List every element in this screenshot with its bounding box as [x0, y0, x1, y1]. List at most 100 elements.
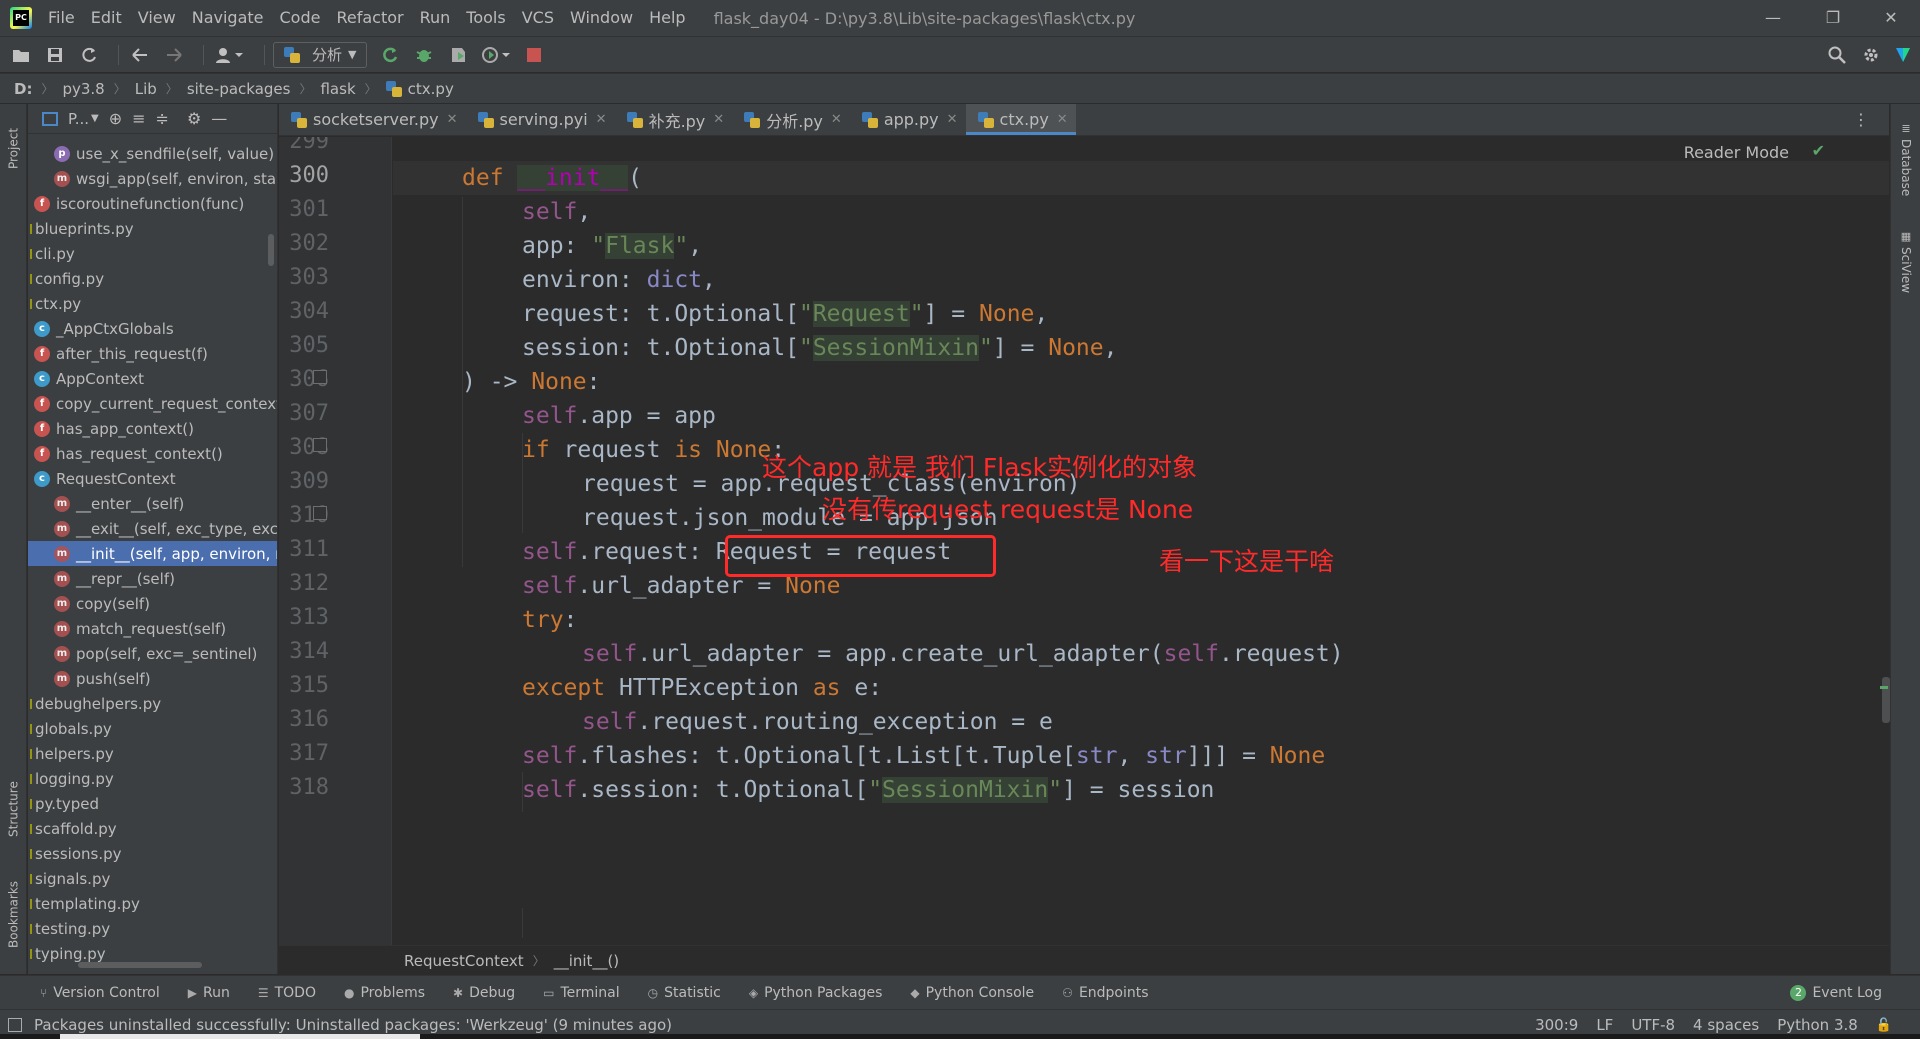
tree-symbol-item[interactable]: c RequestContext [28, 466, 277, 491]
tree-symbol-item[interactable]: f after_this_request(f) [28, 341, 277, 366]
tree-symbol-item[interactable]: m copy(self) [28, 591, 277, 616]
menu-navigate[interactable]: Navigate [184, 0, 272, 36]
breadcrumb-folder[interactable]: site-packages [187, 80, 291, 98]
tree-file-item[interactable]: helpers.py [28, 741, 277, 766]
line-separator[interactable]: LF [1596, 1016, 1613, 1034]
close-tab-icon[interactable]: ✕ [947, 112, 958, 127]
menu-vcs[interactable]: VCS [514, 0, 562, 36]
tool-window-button[interactable]: ⚇ Endpoints [1062, 985, 1148, 1001]
tool-window-button[interactable]: ◆ Python Console [910, 985, 1034, 1001]
search-icon[interactable] [1824, 42, 1850, 68]
tree-file-item[interactable]: scaffold.py [28, 816, 277, 841]
breadcrumb-drive[interactable]: D: [14, 80, 32, 98]
code-breadcrumb-class[interactable]: RequestContext [404, 952, 524, 970]
menu-view[interactable]: View [130, 0, 184, 36]
menu-refactor[interactable]: Refactor [328, 0, 411, 36]
tree-symbol-item[interactable]: m wsgi_app(self, environ, start_response) [28, 166, 277, 191]
tree-symbol-item[interactable]: m match_request(self) [28, 616, 277, 641]
tree-file-item[interactable]: globals.py [28, 716, 277, 741]
bookmarks-tool-tab[interactable]: Bookmarks [0, 864, 27, 964]
editor-scrollbar[interactable] [1882, 677, 1890, 723]
project-view-select[interactable]: P... [68, 110, 89, 128]
jetbrains-toolbox-icon[interactable] [1890, 42, 1916, 68]
tree-symbol-item[interactable]: f has_request_context() [28, 441, 277, 466]
fold-marker-icon[interactable] [313, 506, 327, 520]
sciview-tool-tab[interactable]: ▦ SciView [1891, 222, 1920, 302]
rerun-icon[interactable] [377, 42, 403, 68]
reader-mode-toggle[interactable]: Reader Mode [1684, 143, 1789, 162]
editor-tab[interactable]: socketserver.py ✕ [279, 104, 466, 135]
caret-position[interactable]: 300:9 [1535, 1016, 1578, 1034]
tree-symbol-item[interactable]: f has_app_context() [28, 416, 277, 441]
lock-icon[interactable]: 🔓 [1876, 1018, 1892, 1033]
hide-panel-icon[interactable]: — [211, 109, 227, 128]
coverage-icon[interactable] [445, 42, 471, 68]
database-tool-tab[interactable]: ≣ Database [1891, 114, 1920, 204]
close-tab-icon[interactable]: ✕ [713, 112, 724, 127]
tool-window-button[interactable]: ▶ Run [188, 985, 230, 1001]
breadcrumb-folder[interactable]: flask [320, 80, 355, 98]
tree-file-item[interactable]: ctx.py [28, 291, 277, 316]
editor-tab[interactable]: 分析.py ✕ [732, 104, 850, 135]
run-configuration-select[interactable]: 分析 ▼ [273, 41, 368, 68]
menu-help[interactable]: Help [641, 0, 693, 36]
tree-file-item[interactable]: signals.py [28, 866, 277, 891]
tool-window-button[interactable]: ⑂ Version Control [40, 985, 160, 1001]
gear-icon[interactable]: ⚙ [187, 109, 201, 128]
breadcrumb-file[interactable]: ctx.py [408, 80, 454, 98]
restore-button[interactable]: ❐ [1804, 0, 1862, 36]
editor-tab[interactable]: ctx.py ✕ [965, 104, 1076, 135]
collapse-all-icon[interactable]: ≑ [156, 109, 169, 128]
toggle-tool-windows-icon[interactable] [8, 1018, 22, 1032]
tree-symbol-item[interactable]: m __repr__(self) [28, 566, 277, 591]
tool-window-button[interactable]: ☰ TODO [258, 985, 316, 1001]
chevron-down-icon[interactable]: ▼ [91, 113, 99, 124]
open-folder-icon[interactable] [8, 42, 34, 68]
expand-all-icon[interactable]: ≡ [132, 109, 145, 128]
tree-file-item[interactable]: py.typed [28, 791, 277, 816]
tree-symbol-item[interactable]: m push(self) [28, 666, 277, 691]
editor-tab[interactable]: 补充.py ✕ [615, 104, 733, 135]
project-tree-hscrollbar[interactable] [78, 962, 202, 968]
code-breadcrumb-method[interactable]: __init__() [554, 952, 619, 970]
tree-symbol-item[interactable]: f copy_current_request_context(f) [28, 391, 277, 416]
stop-icon[interactable] [521, 42, 547, 68]
fold-marker-icon[interactable] [313, 370, 327, 384]
structure-tool-tab[interactable]: Structure [0, 764, 27, 854]
minimize-button[interactable]: — [1744, 0, 1802, 36]
tree-symbol-item[interactable]: c AppContext [28, 366, 277, 391]
tree-symbol-item[interactable]: m pop(self, exc=_sentinel) [28, 641, 277, 666]
profile-icon[interactable] [479, 42, 513, 68]
menu-window[interactable]: Window [562, 0, 641, 36]
inspection-ok-icon[interactable]: ✔ [1812, 141, 1825, 160]
editor-tab[interactable]: serving.pyi ✕ [466, 104, 615, 135]
fold-marker-icon[interactable] [313, 438, 327, 452]
line-gutter[interactable]: 299 300 301 302 303 304 305 306 307 308 309 310 311 3… [279, 137, 392, 945]
python-interpreter[interactable]: Python 3.8 [1777, 1016, 1858, 1034]
locate-target-icon[interactable]: ⊕ [109, 109, 122, 128]
menu-code[interactable]: Code [272, 0, 329, 36]
tree-symbol-item[interactable]: m __init__(self, app, environ, request, s… [28, 541, 277, 566]
tree-symbol-item[interactable]: m __enter__(self) [28, 491, 277, 516]
status-message[interactable]: Packages uninstalled successfully: Unins… [34, 1016, 672, 1034]
project-tool-tab[interactable]: Project [0, 108, 27, 188]
sync-icon[interactable] [76, 42, 102, 68]
tree-file-item[interactable]: sessions.py [28, 841, 277, 866]
tree-file-item[interactable]: debughelpers.py [28, 691, 277, 716]
tool-window-button[interactable]: ◈ Python Packages [749, 985, 883, 1001]
close-tab-icon[interactable]: ✕ [447, 112, 458, 127]
tool-window-button[interactable]: ● Problems [344, 985, 425, 1001]
tab-options-icon[interactable]: ⋮ [1853, 104, 1869, 136]
tree-file-item[interactable]: testing.py [28, 916, 277, 941]
menu-edit[interactable]: Edit [83, 0, 130, 36]
settings-gear-icon[interactable] [1858, 42, 1884, 68]
tree-symbol-item[interactable]: m __exit__(self, exc_type, exc_value, tb) [28, 516, 277, 541]
tree-symbol-item[interactable]: p use_x_sendfile(self, value) [28, 141, 277, 166]
indent-setting[interactable]: 4 spaces [1693, 1016, 1759, 1034]
tool-window-button[interactable]: ✱ Debug [453, 985, 515, 1001]
close-tab-icon[interactable]: ✕ [596, 112, 607, 127]
back-arrow-icon[interactable] [127, 42, 153, 68]
code-editor[interactable]: 299 300 301 302 303 304 305 306 307 308 309 310 311 3… [279, 137, 1889, 945]
tree-symbol-item[interactable]: f iscoroutinefunction(func) [28, 191, 277, 216]
menu-file[interactable]: File [40, 0, 83, 36]
